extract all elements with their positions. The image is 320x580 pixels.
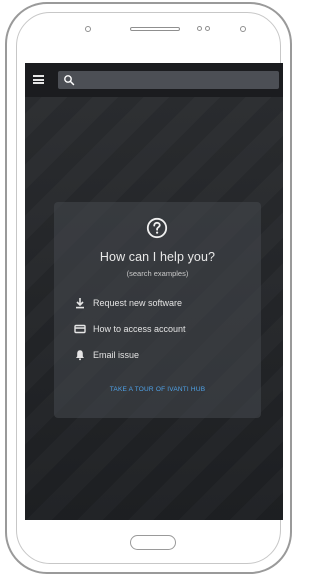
download-icon: [76, 298, 84, 309]
search-input[interactable]: [58, 71, 279, 89]
earpiece-speaker: [130, 27, 180, 31]
app-screen: How can I help you? (search examples) Re…: [25, 63, 283, 520]
front-sensor: [85, 26, 91, 32]
example-label: Email issue: [93, 350, 140, 360]
question-circle-icon: [146, 217, 168, 239]
example-label: How to access account: [93, 324, 186, 334]
help-card: How can I help you? (search examples) Re…: [54, 202, 261, 418]
help-title: How can I help you?: [99, 250, 216, 264]
search-icon: [64, 75, 75, 86]
top-bar: [25, 63, 283, 97]
credit-card-icon: [74, 324, 86, 334]
tour-link[interactable]: TAKE A TOUR OF IVANTI HUB: [54, 386, 261, 393]
example-label: Request new software: [93, 298, 183, 308]
bell-icon: [76, 350, 84, 361]
proximity-sensor-left: [197, 26, 202, 31]
help-subtitle: (search examples): [126, 269, 189, 278]
proximity-sensor-right: [205, 26, 210, 31]
home-button[interactable]: [130, 535, 176, 550]
front-camera: [240, 26, 246, 32]
hamburger-menu-icon[interactable]: [33, 75, 44, 84]
